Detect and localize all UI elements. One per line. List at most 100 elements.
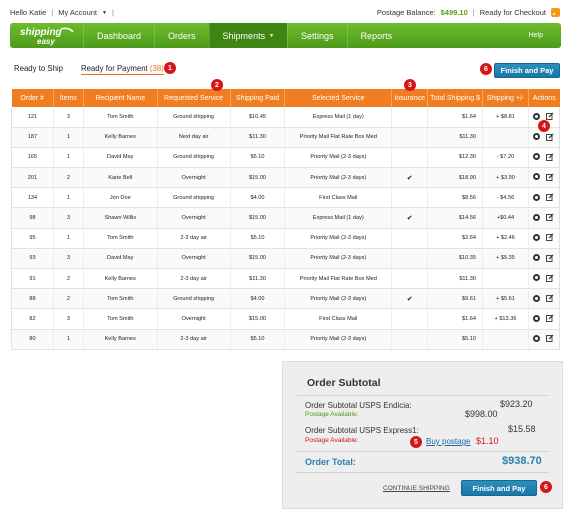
table-row[interactable]: 187 1 Kelly Barnes Next day air $11.30 Priori… <box>11 127 561 148</box>
col-insurance[interactable]: Insurance <box>391 89 429 107</box>
cancel-icon[interactable] <box>533 334 541 342</box>
finish-and-pay-button-top[interactable]: Finish and Pay <box>494 63 560 78</box>
col-requested-service[interactable]: Requested Service <box>157 89 231 107</box>
cancel-icon[interactable] <box>533 314 541 322</box>
cell-requested-service: Next day air <box>157 127 231 148</box>
table-row[interactable]: 93 3 David May Overnight $15.00 Priority Mail… <box>11 248 561 270</box>
cell-insurance <box>391 308 429 330</box>
cancel-icon[interactable] <box>533 213 541 221</box>
cell-actions <box>528 147 561 169</box>
edit-icon[interactable] <box>546 233 554 242</box>
cell-total-shipping: $5.10 <box>427 329 484 350</box>
col-order[interactable]: Order # <box>11 89 54 107</box>
edit-icon[interactable] <box>546 213 554 222</box>
cell-requested-service: Ground shipping <box>157 107 231 128</box>
express1-subtotal-label: Order Subtotal USPS Express1: <box>305 426 419 435</box>
cell-actions <box>528 228 561 249</box>
cell-shipping-diff: + $8.81 <box>482 107 529 128</box>
table-row[interactable]: 95 1 Tom Smith 2-3 day air $5.10 Priority Mai… <box>11 228 561 249</box>
edit-icon[interactable] <box>546 274 554 282</box>
col-shipping-paid[interactable]: Shipping Paid <box>230 89 286 107</box>
shippingeasy-logo[interactable]: shipping easy <box>10 23 83 48</box>
cell-shipping-paid: $10.45 <box>230 107 286 128</box>
cancel-icon[interactable] <box>533 112 541 120</box>
cancel-icon[interactable] <box>533 294 541 302</box>
cancel-icon[interactable] <box>533 133 541 141</box>
edit-icon[interactable] <box>546 254 554 262</box>
edit-icon[interactable] <box>546 153 554 161</box>
buy-postage-link[interactable]: Buy postage <box>426 437 470 446</box>
express1-postage-available-value: $1.10 <box>476 436 499 446</box>
table-row[interactable]: 88 2 Tom Smith Ground shipping $4.00 Priority… <box>11 288 561 310</box>
callout-badge-3: 3 <box>404 79 416 91</box>
cancel-icon[interactable] <box>533 173 541 181</box>
edit-icon[interactable] <box>546 173 554 181</box>
col-items[interactable]: Items <box>53 89 84 107</box>
cell-insurance: ✔ <box>391 167 429 189</box>
endicia-subtotal-label: Order Subtotal USPS Endicia: <box>305 401 412 410</box>
cancel-icon[interactable] <box>533 274 541 282</box>
cell-selected-service: Priority Mail (2-3 days) <box>284 167 393 189</box>
cell-recipient: Kelly Barnes <box>83 329 158 350</box>
cell-selected-service: Priority Mail (2-3 days) <box>284 147 393 169</box>
table-row[interactable]: 91 2 Kelly Barnes 2-3 day air $11.30 Priority… <box>11 268 561 290</box>
caret-down-icon[interactable]: ▼ <box>102 10 107 16</box>
cell-items: 2 <box>53 268 84 290</box>
table-row[interactable]: 80 1 Kelly Barnes 2-3 day air $5.10 Priority … <box>11 329 561 350</box>
col-total-shipping[interactable]: Total Shipping $ <box>427 89 484 107</box>
cell-shipping-paid: $5.10 <box>230 147 286 169</box>
col-shipping-diff[interactable]: Shipping +/- <box>482 89 529 107</box>
cell-shipping-diff: - $7.20 <box>482 147 529 169</box>
edit-icon[interactable] <box>546 112 554 121</box>
edit-icon[interactable] <box>546 314 554 323</box>
edit-icon[interactable] <box>546 294 554 302</box>
table-row[interactable]: 201 2 Karie Bell Overnight $15.00 Priority Ma… <box>11 167 561 189</box>
nav-reports[interactable]: Reports <box>346 23 406 48</box>
table-row[interactable]: 134 1 Jon Doe Ground shipping $4.00 First Cla… <box>11 187 561 209</box>
tab-ready-to-ship[interactable]: Ready to Ship <box>14 64 63 75</box>
table-row[interactable]: 82 3 Tom Smith Overnight $15.00 First Class M… <box>11 308 561 330</box>
nav-dashboard[interactable]: Dashboard <box>83 23 154 48</box>
help-link[interactable]: Help <box>529 23 561 48</box>
table-row[interactable]: 98 3 Shawn Willis Overnight $15.00 Express Ma… <box>11 207 561 229</box>
nav-orders[interactable]: Orders <box>154 23 209 48</box>
finish-and-pay-button-bottom[interactable]: Finish and Pay <box>461 480 537 496</box>
cancel-icon[interactable] <box>533 254 541 262</box>
edit-icon[interactable] <box>546 334 554 343</box>
continue-shipping-link[interactable]: CONTINUE SHIPPING <box>383 485 450 492</box>
cell-actions <box>528 288 561 310</box>
cell-order: 91 <box>11 268 54 290</box>
col-selected-service[interactable]: Selected Service <box>284 89 393 107</box>
my-account-link[interactable]: My Account <box>58 8 97 17</box>
cell-items: 3 <box>53 207 84 229</box>
callout-badge-4: 4 <box>538 120 550 132</box>
cell-order: 121 <box>11 107 54 128</box>
postage-balance-value: $499.10 <box>440 8 468 17</box>
cell-total-shipping: $9.61 <box>427 288 484 310</box>
cell-recipient: Kelly Barnes <box>83 268 158 290</box>
cell-requested-service: Overnight <box>157 248 231 270</box>
cell-requested-service: 2-3 day air <box>157 268 231 290</box>
cell-order: 88 <box>11 288 54 310</box>
ready-for-checkout-link[interactable]: Ready for Checkout <box>480 8 546 17</box>
cancel-icon[interactable] <box>533 193 541 201</box>
cell-selected-service: Express Mail (1 day) <box>284 207 393 229</box>
nav-shipments[interactable]: Shipments ▼ <box>208 23 288 48</box>
rss-feed-icon[interactable] <box>551 8 560 17</box>
cell-total-shipping: $1.64 <box>427 308 484 330</box>
cell-total-shipping: $12.30 <box>427 147 484 169</box>
endicia-postage-available-value: $998.00 <box>465 409 498 419</box>
table-row[interactable]: 121 3 Tom Smith Ground shipping $10.45 Expres… <box>11 107 561 128</box>
tab-ready-for-payment-label: Ready for Payment <box>80 64 148 73</box>
cell-total-shipping: $11.30 <box>427 127 484 148</box>
tab-ready-for-payment[interactable]: Ready for Payment (38) <box>80 64 164 75</box>
nav-settings[interactable]: Settings <box>287 23 347 48</box>
cancel-icon[interactable] <box>533 153 541 161</box>
edit-icon[interactable] <box>546 193 554 202</box>
cell-actions <box>528 268 561 290</box>
table-row[interactable]: 165 1 David May Ground shipping $5.10 Priorit… <box>11 147 561 169</box>
edit-icon[interactable] <box>546 133 554 141</box>
cell-requested-service: Ground shipping <box>157 147 231 169</box>
cancel-icon[interactable] <box>533 233 541 241</box>
col-recipient[interactable]: Recipient Name <box>83 89 158 107</box>
